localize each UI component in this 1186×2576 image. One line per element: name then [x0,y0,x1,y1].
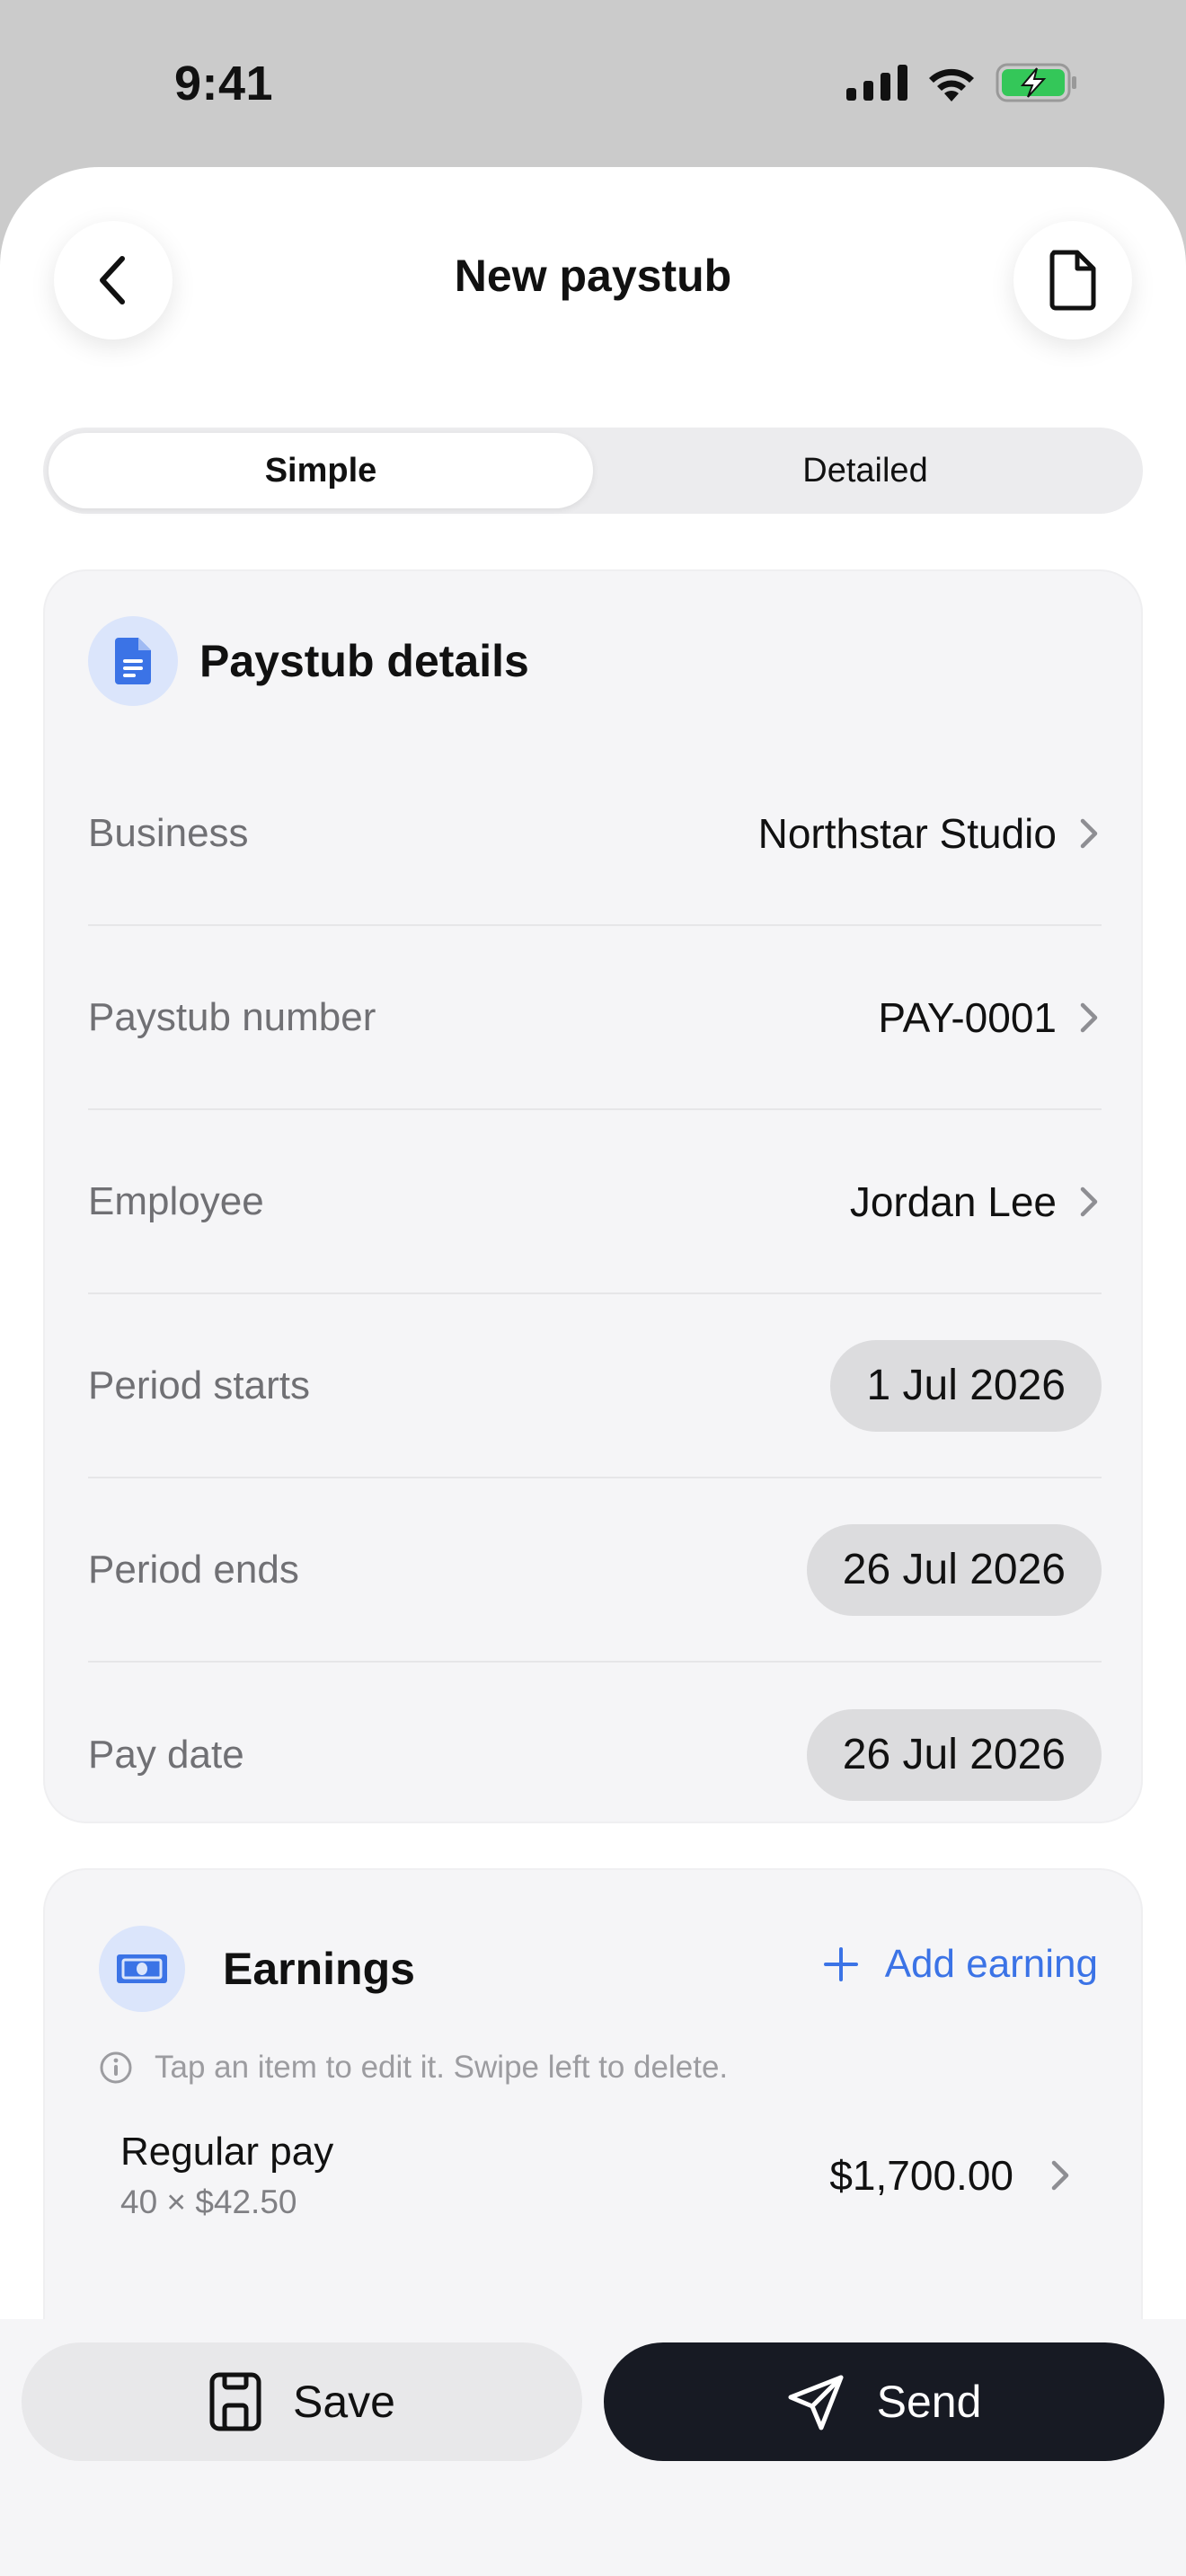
earning-item-regular-pay[interactable]: Regular pay 40 × $42.50 $1,700.00 [120,2113,1073,2238]
paystub-sheet: New paystub Simple Detailed Paystub deta… [0,167,1186,2576]
period-starts-date-picker[interactable]: 1 Jul 2026 [830,1339,1102,1432]
document-icon [1049,250,1096,311]
chevron-right-icon [1080,1002,1098,1032]
earnings-hint-text: Tap an item to edit it. Swipe left to de… [155,2050,729,2085]
paystub-number-row[interactable]: Paystub number PAY-0001 [88,926,1102,1110]
earning-item-name: Regular pay [120,2130,334,2174]
send-label: Send [876,2377,982,2427]
save-label: Save [293,2377,395,2427]
period-ends-row: Period ends 26 Jul 2026 [88,1478,1102,1663]
period-ends-date-picker[interactable]: 26 Jul 2026 [806,1523,1102,1616]
chevron-right-icon [1080,1187,1098,1216]
plus-icon [823,1947,858,1981]
business-value: Northstar Studio [757,809,1057,857]
earning-item-amount: $1,700.00 [829,2152,1013,2199]
pay-date-label: Pay date [88,1732,244,1777]
save-icon [209,2372,261,2431]
period-starts-label: Period starts [88,1363,310,1407]
status-time: 9:41 [174,57,274,110]
paystub-number-label: Paystub number [88,994,376,1039]
paystub-details-card: Paystub details Business Northstar Studi… [43,569,1143,1823]
page-title: New paystub [454,251,732,301]
status-icons [846,63,1078,102]
earnings-title: Earnings [223,1944,415,1994]
period-ends-label: Period ends [88,1547,299,1592]
business-row[interactable]: Business Northstar Studio [88,742,1102,926]
add-earning-button[interactable]: Add earning [822,1942,1098,1987]
chevron-right-icon [1051,2160,1069,2191]
earning-item-detail: 40 × $42.50 [120,2183,297,2220]
paystub-details-title: Paystub details [199,636,529,686]
business-label: Business [88,810,249,855]
pay-date-row: Pay date 26 Jul 2026 [88,1663,1102,1847]
banknote-icon [99,1926,185,2012]
earnings-header: Earnings [99,1926,415,2012]
paystub-number-value: PAY-0001 [878,993,1057,1041]
send-icon [788,2375,844,2430]
bottom-action-bar: Save Send [0,2319,1186,2576]
send-button[interactable]: Send [604,2342,1164,2461]
mode-segmented-control: Simple Detailed [43,428,1143,514]
pay-date-picker[interactable]: 26 Jul 2026 [806,1708,1102,1801]
employee-label: Employee [88,1178,264,1223]
earnings-hint: Tap an item to edit it. Swipe left to de… [99,2050,728,2086]
period-starts-row: Period starts 1 Jul 2026 [88,1294,1102,1478]
tab-detailed[interactable]: Detailed [593,433,1137,508]
info-icon [100,2051,132,2084]
document-badge-icon [88,616,178,706]
battery-charging-icon [996,63,1076,102]
save-button[interactable]: Save [22,2342,582,2461]
signal-icon [846,65,907,101]
paystub-details-header: Paystub details [88,616,529,706]
tab-simple[interactable]: Simple [49,433,593,508]
status-bar: 9:41 [0,0,1186,167]
chevron-right-icon [1080,818,1098,848]
employee-row[interactable]: Employee Jordan Lee [88,1110,1102,1294]
wifi-icon [929,68,974,101]
document-button[interactable] [1013,221,1132,340]
add-earning-label: Add earning [884,1942,1098,1986]
employee-value: Jordan Lee [849,1178,1057,1225]
